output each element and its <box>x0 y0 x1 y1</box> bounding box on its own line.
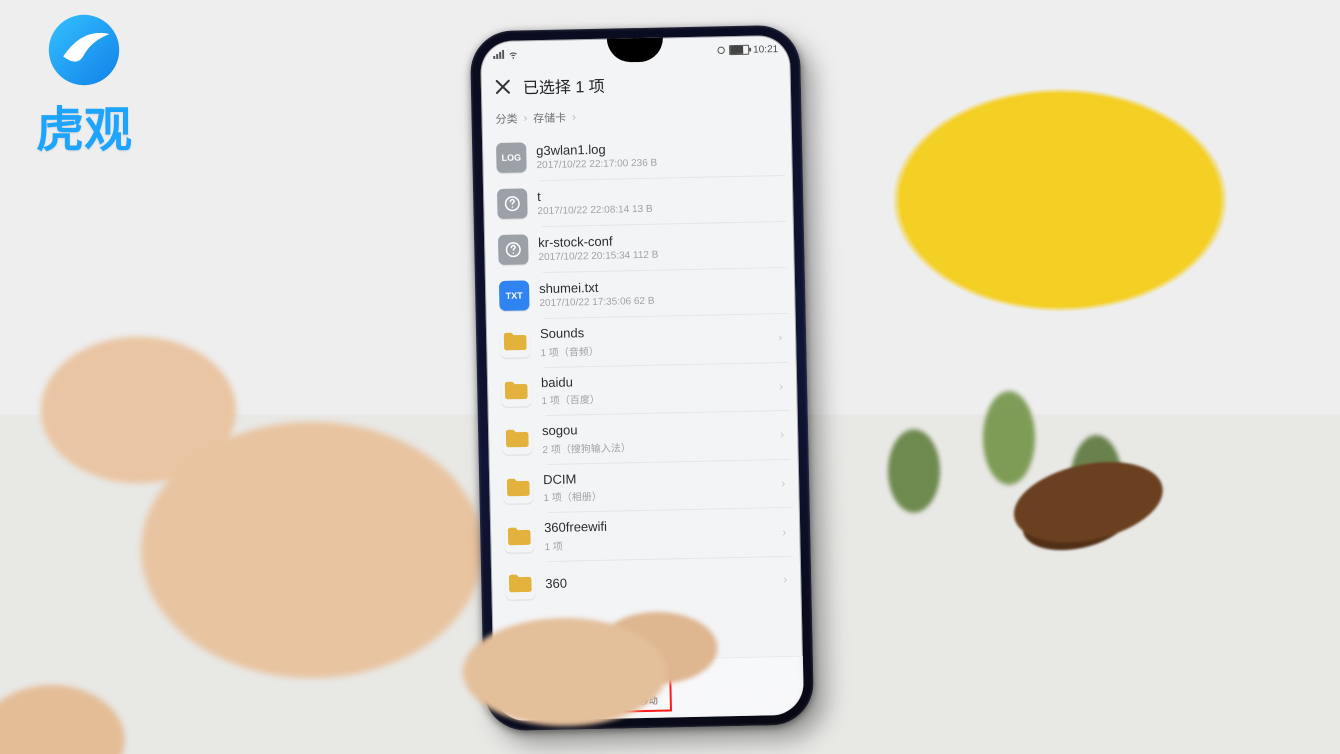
tiger-logo-icon <box>44 10 124 90</box>
folder-icon <box>501 376 532 407</box>
breadcrumb-item-1[interactable]: 存储卡 <box>533 110 566 127</box>
chevron-right-icon: › <box>782 525 786 539</box>
file-meta: sogou2 项（搜狗输入法） <box>542 419 771 456</box>
alarm-icon <box>717 45 725 55</box>
list-item[interactable]: sogou2 项（搜狗输入法） › <box>488 410 799 465</box>
photo-scene: 虎观 10:21 <box>0 0 1340 754</box>
status-right: 10:21 <box>717 44 778 56</box>
file-meta: g3wlan1.log2017/10/22 22:17:00 236 B <box>536 138 779 172</box>
list-item[interactable]: Sounds1 项（音频） › <box>486 313 797 368</box>
file-meta: kr-stock-conf2017/10/22 20:15:34 112 B <box>538 230 781 264</box>
file-subtitle: 2017/10/22 17:35:06 62 B <box>539 293 781 309</box>
chevron-right-icon: › <box>779 379 783 393</box>
chevron-right-icon: › <box>572 111 576 123</box>
file-name: 360 <box>545 571 773 591</box>
chevron-right-icon: › <box>523 112 527 124</box>
file-meta: DCIM1 项（相册） <box>543 467 772 504</box>
file-subtitle: 2017/10/22 22:17:00 236 B <box>536 155 778 171</box>
list-item[interactable]: LOG g3wlan1.log2017/10/22 22:17:00 236 B <box>482 129 793 181</box>
watermark-text: 虎观 <box>36 90 132 160</box>
file-subtitle: 2017/10/22 20:15:34 112 B <box>538 247 780 263</box>
file-meta: shumei.txt2017/10/22 17:35:06 62 B <box>539 276 782 310</box>
file-subtitle: 1 项（音频） <box>540 339 768 359</box>
file-meta: baidu1 项（百度） <box>541 370 770 407</box>
file-subtitle: 1 项（相册） <box>543 485 771 505</box>
file-subtitle: 2 项（搜狗输入法） <box>542 436 770 456</box>
file-meta: 360 <box>545 571 773 591</box>
folder-icon <box>500 328 531 359</box>
list-item[interactable]: t2017/10/22 22:08:14 13 B <box>483 175 794 227</box>
folder-icon <box>502 425 533 456</box>
file-list[interactable]: LOG g3wlan1.log2017/10/22 22:17:00 236 B t… <box>482 129 802 608</box>
log-file-icon: LOG <box>496 142 527 173</box>
folder-icon <box>504 522 535 553</box>
file-meta: t2017/10/22 22:08:14 13 B <box>537 184 780 218</box>
chevron-right-icon: › <box>783 572 787 586</box>
folder-icon <box>505 569 536 600</box>
close-icon[interactable] <box>495 79 511 95</box>
txt-file-icon: TXT <box>499 280 530 311</box>
breadcrumb-item-0[interactable]: 分类 <box>495 111 517 127</box>
watermark-logo: 虎观 <box>36 10 132 160</box>
unknown-file-icon <box>497 188 528 219</box>
battery-icon <box>729 45 749 55</box>
status-left <box>492 50 519 61</box>
file-meta: Sounds1 项（音频） <box>540 321 769 358</box>
file-subtitle: 1 项 <box>544 533 772 553</box>
wifi-icon <box>507 50 519 60</box>
status-time: 10:21 <box>753 44 778 56</box>
list-item[interactable]: DCIM1 项（相册） › <box>489 459 800 514</box>
list-item[interactable]: 360freewifi1 项 › <box>490 507 801 562</box>
page-title: 已选择 1 项 <box>523 73 605 99</box>
folder-icon <box>503 473 534 504</box>
chevron-right-icon: › <box>778 330 782 344</box>
title-bar: 已选择 1 项 <box>480 63 791 109</box>
list-item[interactable]: TXT shumei.txt2017/10/22 17:35:06 62 B <box>485 267 796 319</box>
chevron-right-icon: › <box>781 476 785 490</box>
signal-icon <box>492 50 504 60</box>
thumb <box>400 600 730 754</box>
unknown-file-icon <box>498 234 529 265</box>
list-item[interactable]: baidu1 项（百度） › <box>487 361 798 416</box>
list-item[interactable]: kr-stock-conf2017/10/22 20:15:34 112 B <box>484 221 795 273</box>
file-meta: 360freewifi1 项 <box>544 516 773 553</box>
file-subtitle: 1 项（百度） <box>541 388 769 408</box>
chevron-right-icon: › <box>780 428 784 442</box>
file-subtitle: 2017/10/22 22:08:14 13 B <box>537 201 779 217</box>
